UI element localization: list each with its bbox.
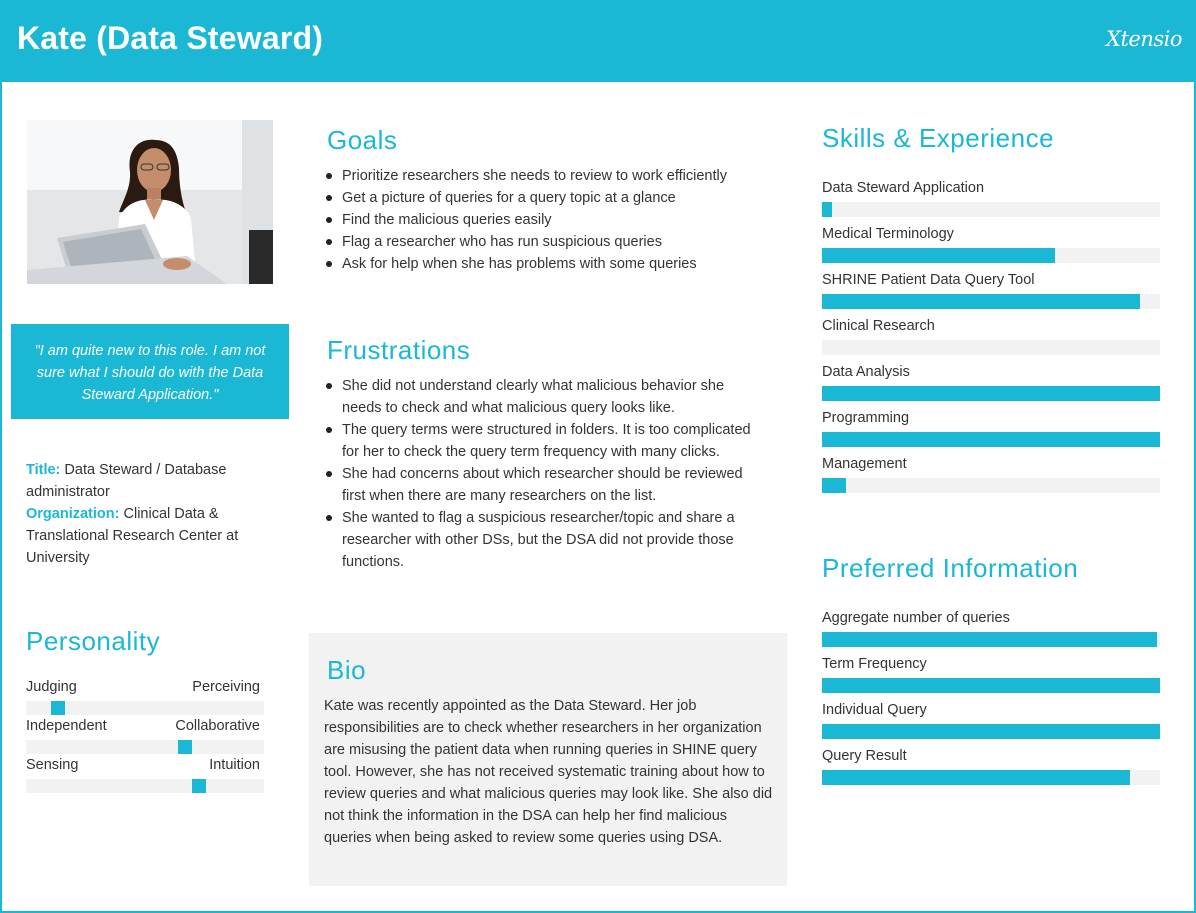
- preference-fill: [822, 632, 1157, 647]
- preference-track: [822, 724, 1160, 739]
- skill-label: Management: [822, 456, 907, 472]
- skill-fill: [822, 294, 1140, 309]
- trait-track: [26, 701, 264, 715]
- trait-left-label: Sensing: [26, 757, 79, 773]
- preference-label: Term Frequency: [822, 656, 927, 672]
- frustrations-list: She did not understand clearly what mali…: [326, 375, 764, 573]
- title-line: Title: Data Steward / Database administr…: [26, 459, 286, 503]
- organization-line: Organization: Clinical Data & Translatio…: [26, 503, 286, 569]
- preference-track: [822, 632, 1160, 647]
- persona-meta: Title: Data Steward / Database administr…: [26, 459, 286, 569]
- preference-label: Query Result: [822, 748, 907, 764]
- persona-name: Kate (Data Steward): [17, 20, 324, 56]
- preference-fill: [822, 770, 1130, 785]
- list-item: Prioritize researchers she needs to revi…: [326, 165, 786, 187]
- preference-label: Individual Query: [822, 702, 927, 718]
- trait-marker: [192, 779, 206, 793]
- skills-title: Skills & Experience: [822, 123, 1055, 153]
- skill-track: [822, 248, 1160, 263]
- list-item: The query terms were structured in folde…: [326, 419, 764, 463]
- list-item: Flag a researcher who has run suspicious…: [326, 231, 786, 253]
- preference-track: [822, 770, 1160, 785]
- preference-row: Individual Query: [822, 702, 1160, 739]
- list-item: Get a picture of queries for a query top…: [326, 187, 786, 209]
- trait-marker: [51, 701, 65, 715]
- skill-row: Data Analysis: [822, 364, 1160, 401]
- trait-right-label: Perceiving: [192, 679, 260, 695]
- organization-colon: :: [114, 506, 120, 522]
- preference-label: Aggregate number of queries: [822, 610, 1010, 626]
- skill-row: Medical Terminology: [822, 226, 1160, 263]
- organization-label: Organization: [26, 506, 115, 522]
- title-colon: :: [55, 462, 61, 478]
- list-item: She did not understand clearly what mali…: [326, 375, 764, 419]
- preference-fill: [822, 724, 1160, 739]
- xtensio-logo: Xtensio: [1106, 27, 1182, 51]
- skill-track: [822, 202, 1160, 217]
- goals-title: Goals: [327, 125, 398, 155]
- skill-row: SHRINE Patient Data Query Tool: [822, 272, 1160, 309]
- preferred-title: Preferred Information: [822, 553, 1079, 583]
- header-bar: Kate (Data Steward) Xtensio: [0, 0, 1196, 82]
- list-item: Ask for help when she has problems with …: [326, 253, 786, 275]
- preference-row: Term Frequency: [822, 656, 1160, 693]
- skill-fill: [822, 478, 846, 493]
- skill-label: Data Steward Application: [822, 180, 985, 196]
- skill-label: Clinical Research: [822, 318, 935, 334]
- trait-right-label: Collaborative: [175, 718, 260, 734]
- list-item: She wanted to flag a suspicious research…: [326, 507, 764, 573]
- persona-quote: "I am quite new to this role. I am not s…: [11, 324, 289, 419]
- bio-title: Bio: [327, 655, 367, 685]
- title-label: Title: [26, 462, 56, 478]
- preference-row: Query Result: [822, 748, 1160, 785]
- skill-label: Programming: [822, 410, 910, 426]
- skill-fill: [822, 202, 832, 217]
- skill-fill: [822, 432, 1160, 447]
- skill-row: Management: [822, 456, 1160, 493]
- skill-row: Clinical Research: [822, 318, 1160, 355]
- preference-track: [822, 678, 1160, 693]
- skill-fill: [822, 386, 1160, 401]
- trait-track: [26, 740, 264, 754]
- skill-track: [822, 294, 1160, 309]
- trait-right-label: Intuition: [209, 757, 260, 773]
- trait-left-label: Independent: [26, 718, 107, 734]
- trait-track: [26, 779, 264, 793]
- preference-row: Aggregate number of queries: [822, 610, 1160, 647]
- skill-row: Data Steward Application: [822, 180, 1160, 217]
- skill-label: Data Analysis: [822, 364, 910, 380]
- persona-photo: [27, 120, 273, 284]
- list-item: Find the malicious queries easily: [326, 209, 786, 231]
- skill-row: Programming: [822, 410, 1160, 447]
- bio-text: Kate was recently appointed as the Data …: [324, 698, 773, 846]
- goals-list: Prioritize researchers she needs to revi…: [326, 165, 786, 275]
- skill-track: [822, 478, 1160, 493]
- personality-title: Personality: [26, 626, 161, 656]
- skill-label: SHRINE Patient Data Query Tool: [822, 272, 1035, 288]
- skill-track: [822, 340, 1160, 355]
- preference-fill: [822, 678, 1160, 693]
- trait-left-label: Judging: [26, 679, 77, 695]
- skill-fill: [822, 248, 1055, 263]
- list-item: She had concerns about which researcher …: [326, 463, 764, 507]
- skill-label: Medical Terminology: [822, 226, 954, 242]
- frustrations-title: Frustrations: [327, 335, 471, 365]
- skill-track: [822, 386, 1160, 401]
- trait-marker: [178, 740, 192, 754]
- skill-track: [822, 432, 1160, 447]
